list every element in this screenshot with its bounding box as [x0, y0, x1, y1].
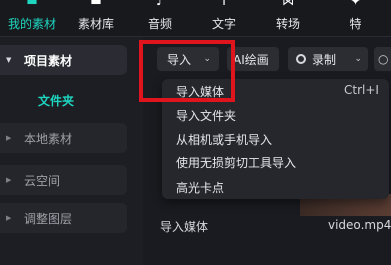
- tab-material-library[interactable]: ▬ 素材库: [64, 0, 128, 36]
- sidebar-item-local-materials[interactable]: ▶ 本地素材: [0, 123, 127, 153]
- tab-label: 素材库: [77, 17, 114, 31]
- sidebar-item-label: 云空间: [24, 173, 61, 188]
- menu-item-label: 使用无损剪切工具导入: [176, 156, 297, 170]
- tab-label: 文字: [211, 17, 236, 31]
- folder-icon: ▬: [26, 0, 38, 8]
- menu-item-label: 高光卡点: [176, 181, 225, 195]
- text-icon: T: [220, 0, 228, 8]
- menu-item-lossless-cut-import[interactable]: 使用无损剪切工具导入: [176, 154, 296, 171]
- sidebar-item-label: 调整图层: [24, 211, 73, 226]
- tab-effects[interactable]: ✦ 特: [320, 0, 391, 36]
- sidebar-item-label: 项目素材: [24, 53, 73, 68]
- record-label: 录制: [312, 52, 337, 67]
- menu-item-label: 导入文件夹: [176, 109, 237, 123]
- record-icon: [296, 54, 306, 64]
- record-button[interactable]: 录制 ⌄: [288, 47, 368, 71]
- caret-right-icon: ▶: [6, 214, 12, 222]
- caret-down-icon: ▼: [6, 56, 12, 64]
- search-icon: ○: [378, 52, 389, 66]
- menu-item-import-media[interactable]: 导入媒体 Ctrl+I: [176, 83, 379, 100]
- import-media-tile-label[interactable]: 导入媒体: [160, 218, 208, 235]
- tab-transition[interactable]: ⋈ 转场: [256, 0, 320, 36]
- tab-label: 特: [349, 17, 362, 31]
- search-button[interactable]: ○: [374, 47, 391, 71]
- tab-text[interactable]: T 文字: [192, 0, 256, 36]
- import-dropdown-menu: 导入媒体 Ctrl+I 导入文件夹 从相机或手机导入 使用无损剪切工具导入 高光…: [162, 79, 389, 199]
- sidebar-item-label: 本地素材: [24, 131, 73, 146]
- clip-name[interactable]: video.mp4: [328, 218, 391, 232]
- top-nav-bar: ▬ 我的素材 ▬ 素材库 ♪ 音频 T 文字 ⋈ 转场 ✦ 特: [0, 0, 391, 36]
- chevron-down-icon: ⌄: [203, 54, 211, 64]
- import-button-label: 导入: [167, 52, 192, 67]
- caret-right-icon: ▶: [6, 134, 12, 142]
- tab-audio[interactable]: ♪ 音频: [128, 0, 192, 36]
- menu-item-label: 从相机或手机导入: [176, 133, 273, 147]
- tab-label: 我的素材: [7, 17, 56, 31]
- tab-my-materials[interactable]: ▬ 我的素材: [0, 0, 64, 36]
- import-button[interactable]: 导入 ⌄: [157, 47, 219, 71]
- shortcut-label: Ctrl+I: [344, 83, 379, 97]
- sidebar-item-cloud-space[interactable]: ▶ 云空间: [0, 165, 127, 195]
- menu-item-import-folder[interactable]: 导入文件夹: [176, 107, 236, 124]
- sidebar: ▼ 项目素材 ▶ 本地素材 ▶ 云空间 ▶ 调整图层: [0, 37, 143, 265]
- sidebar-item-project-materials[interactable]: ▼ 项目素材: [0, 45, 127, 75]
- sidebar-item-folder[interactable]: 文件夹: [38, 92, 74, 109]
- menu-item-import-from-camera[interactable]: 从相机或手机导入: [176, 131, 272, 148]
- chevron-down-icon: ⌄: [354, 54, 362, 64]
- tab-label: 转场: [275, 17, 300, 31]
- tab-label: 音频: [147, 17, 172, 31]
- music-icon: ♪: [156, 0, 164, 8]
- menu-item-label: 导入媒体: [176, 85, 225, 99]
- effects-icon: ✦: [350, 0, 361, 8]
- caret-right-icon: ▶: [6, 176, 12, 184]
- menu-item-highlight-beat[interactable]: 高光卡点: [176, 179, 224, 196]
- transition-icon: ⋈: [282, 0, 294, 8]
- sidebar-item-adjustment-layer[interactable]: ▶ 调整图层: [0, 203, 127, 233]
- ai-paint-label: AI绘画: [233, 52, 269, 67]
- ai-paint-button[interactable]: AI绘画: [227, 47, 279, 71]
- box-icon: ▬: [90, 0, 102, 8]
